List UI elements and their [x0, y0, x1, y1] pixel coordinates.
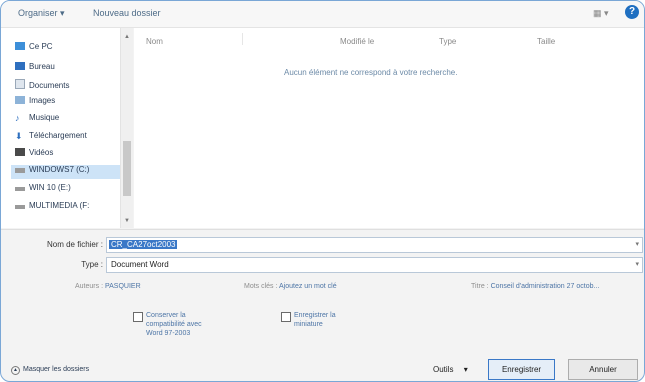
- column-header-name[interactable]: Nom: [146, 37, 163, 46]
- authors-field[interactable]: Auteurs : PASQUIER: [75, 283, 141, 290]
- compatibility-checkbox[interactable]: [133, 312, 143, 322]
- authors-value[interactable]: PASQUIER: [105, 283, 141, 290]
- drive-icon: [15, 205, 25, 209]
- hide-folders-toggle[interactable]: ▲ Masquer les dossiers: [11, 366, 89, 375]
- nav-item-label: MULTIMEDIA (F:: [29, 201, 90, 210]
- navigation-pane: Ce PC Bureau Documents Images ♪ Musique ⬇…: [1, 28, 133, 228]
- filename-label: Nom de fichier :: [46, 240, 103, 249]
- divider: [1, 229, 644, 230]
- video-icon: [15, 148, 25, 156]
- nav-item-label: Documents: [29, 81, 70, 90]
- file-type-label: Type :: [81, 260, 103, 269]
- nav-item-images[interactable]: Images: [15, 96, 55, 110]
- chevron-down-icon[interactable]: ▾: [635, 260, 639, 268]
- chevron-down-icon: ▾: [463, 365, 468, 374]
- nav-item-videos[interactable]: Vidéos: [15, 148, 53, 162]
- nav-item-drive-e[interactable]: WIN 10 (E:): [15, 183, 71, 197]
- new-folder-button[interactable]: Nouveau dossier: [93, 8, 161, 18]
- file-type-value: Document Word: [111, 260, 169, 269]
- chevron-up-icon: ▲: [11, 366, 20, 375]
- keywords-value[interactable]: Ajoutez un mot clé: [279, 283, 337, 290]
- nav-item-downloads[interactable]: ⬇ Téléchargement: [15, 131, 87, 145]
- file-type-select[interactable]: Document Word ▾: [106, 257, 643, 273]
- filename-input[interactable]: CR_CA27oct2003 ▾: [106, 237, 643, 253]
- desktop-icon: [15, 62, 25, 70]
- command-bar: Organiser ▾ Nouveau dossier ▦ ▾ ?: [1, 1, 644, 28]
- nav-item-this-pc[interactable]: Ce PC: [15, 42, 53, 56]
- nav-item-documents[interactable]: Documents: [15, 79, 69, 93]
- title-field[interactable]: Titre : Conseil d'administration 27 octo…: [471, 283, 599, 290]
- thumbnail-checkbox[interactable]: [281, 312, 291, 322]
- empty-results-message: Aucun élément ne correspond à votre rech…: [284, 68, 458, 77]
- nav-item-label: Ce PC: [29, 42, 53, 51]
- save-button[interactable]: Enregistrer: [488, 359, 555, 380]
- drive-icon: [15, 187, 25, 191]
- scroll-up-icon[interactable]: ▲: [124, 34, 130, 40]
- title-value[interactable]: Conseil d'administration 27 octob...: [491, 283, 600, 290]
- compatibility-label[interactable]: Conserver la compatibilité avec Word 97-…: [146, 311, 216, 338]
- tools-label: Outils: [433, 365, 454, 374]
- file-list: Nom Modifié le Type Taille Aucun élément…: [134, 28, 644, 228]
- organize-menu-button[interactable]: Organiser ▾: [18, 8, 65, 19]
- cancel-button[interactable]: Annuler: [568, 359, 638, 380]
- nav-item-label: Bureau: [29, 62, 55, 71]
- keywords-field[interactable]: Mots clés : Ajoutez un mot clé: [244, 283, 337, 290]
- nav-item-label: WIN 10 (E:): [29, 183, 71, 192]
- music-icon: ♪: [15, 113, 20, 123]
- nav-item-label: Images: [29, 96, 56, 105]
- thumbnail-label[interactable]: Enregistrer la miniature: [294, 311, 364, 329]
- keywords-label: Mots clés :: [244, 283, 278, 290]
- column-header-type[interactable]: Type: [439, 37, 456, 46]
- authors-label: Auteurs :: [75, 283, 104, 290]
- nav-item-label: Téléchargement: [29, 131, 87, 140]
- save-dialog: Organiser ▾ Nouveau dossier ▦ ▾ ? Ce PC …: [0, 0, 645, 382]
- nav-item-desktop[interactable]: Bureau: [15, 62, 55, 76]
- nav-item-label: WINDOWS7 (C:): [29, 165, 90, 174]
- help-icon[interactable]: ?: [625, 5, 639, 19]
- computer-icon: [15, 42, 25, 50]
- nav-item-music[interactable]: ♪ Musique: [15, 113, 59, 127]
- tools-menu-button[interactable]: Outils ▾: [433, 365, 468, 374]
- documents-icon: [15, 79, 25, 89]
- drive-icon: [15, 168, 25, 173]
- column-header-modified[interactable]: Modifié le: [340, 37, 374, 46]
- nav-item-label: Vidéos: [29, 148, 54, 157]
- chevron-down-icon[interactable]: ▾: [635, 240, 639, 248]
- view-options-button[interactable]: ▦ ▾: [593, 8, 609, 19]
- navigation-scrollbar[interactable]: ▲ ▼: [120, 28, 133, 228]
- scroll-down-icon[interactable]: ▼: [124, 218, 130, 224]
- hide-folders-label: Masquer les dossiers: [23, 366, 90, 373]
- nav-item-drive-f[interactable]: MULTIMEDIA (F:: [15, 201, 89, 215]
- scrollbar-thumb[interactable]: [123, 141, 131, 196]
- filename-value: CR_CA27oct2003: [109, 240, 178, 249]
- column-header-size[interactable]: Taille: [537, 37, 555, 46]
- title-label: Titre :: [471, 283, 489, 290]
- nav-item-label: Musique: [29, 113, 60, 122]
- images-icon: [15, 96, 25, 104]
- nav-item-drive-c[interactable]: WINDOWS7 (C:): [11, 165, 129, 179]
- column-divider[interactable]: [242, 33, 243, 45]
- download-icon: ⬇: [15, 131, 23, 141]
